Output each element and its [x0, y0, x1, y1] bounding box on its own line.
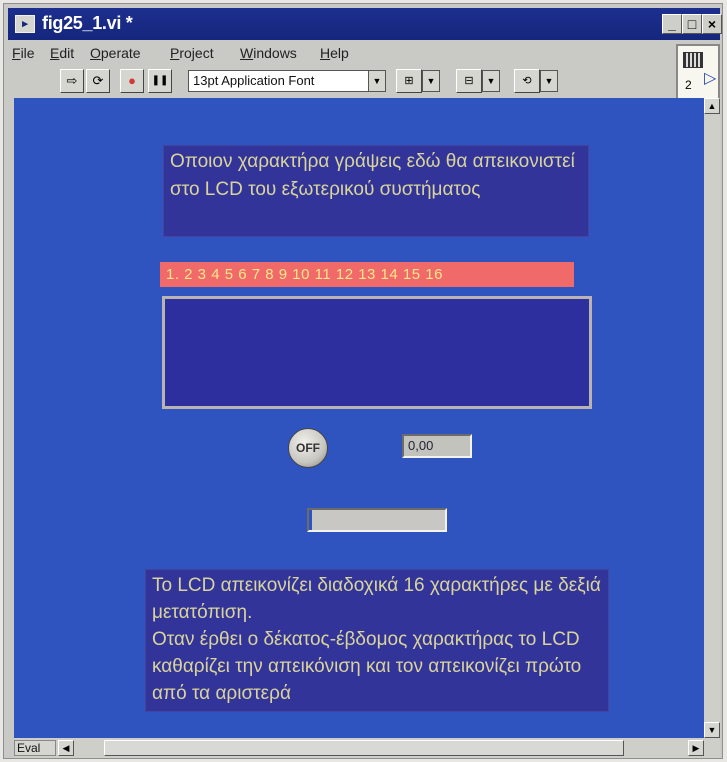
- pause-icon[interactable]: ❚❚: [148, 69, 172, 93]
- connector-number: 2: [685, 78, 692, 92]
- scroll-left-icon[interactable]: ◀: [58, 740, 74, 756]
- window-title: fig25_1.vi *: [42, 13, 133, 33]
- reorder-dropdown-arrow[interactable]: ▼: [540, 70, 558, 92]
- menu-project[interactable]: Project: [170, 45, 214, 61]
- vi-window-icon[interactable]: ▸: [15, 15, 35, 33]
- lcd-glyph-icon: [683, 52, 703, 68]
- scroll-right-icon[interactable]: ▶: [688, 740, 704, 756]
- font-selector[interactable]: 13pt Application Font: [188, 70, 382, 92]
- toolbar: ⇨ ⟳ ● ❚❚ 13pt Application Font ▼ ⊞ ▼ ⊟ ▼…: [8, 66, 668, 96]
- font-dropdown-arrow[interactable]: ▼: [368, 70, 386, 92]
- run-arrow-icon[interactable]: ⇨: [60, 69, 84, 93]
- vi-connector-pane-icon[interactable]: ▷ 2: [676, 44, 720, 100]
- menu-operate[interactable]: Operate: [90, 45, 141, 61]
- run-continuously-icon[interactable]: ⟳: [86, 69, 110, 93]
- scroll-thumb[interactable]: [104, 740, 624, 756]
- eval-mode-label: Eval: [14, 740, 56, 756]
- distribute-dropdown-arrow[interactable]: ▼: [482, 70, 500, 92]
- menu-file[interactable]: File: [12, 45, 35, 61]
- menu-edit[interactable]: Edit: [50, 45, 74, 61]
- front-panel: Οποιον χαρακτήρα γράψεις εδώ θα απεικονι…: [14, 98, 704, 738]
- maximize-button[interactable]: □: [682, 14, 702, 34]
- lcd-string-control[interactable]: [162, 296, 592, 409]
- close-button[interactable]: ×: [702, 14, 722, 34]
- menu-bar: File Edit Operate Project Windows Help: [8, 42, 668, 64]
- reorder-icon[interactable]: ⟲: [514, 69, 540, 93]
- horizontal-scrollbar[interactable]: Eval ◀ ▶: [14, 738, 720, 758]
- scroll-down-icon[interactable]: ▼: [704, 722, 720, 738]
- description-label: Το LCD απεικονίζει διαδοχικά 16 χαρακτήρ…: [145, 569, 609, 712]
- scroll-up-icon[interactable]: ▲: [704, 98, 720, 114]
- align-dropdown-arrow[interactable]: ▼: [422, 70, 440, 92]
- align-objects-icon[interactable]: ⊞: [396, 69, 422, 93]
- title-bar[interactable]: ▸ fig25_1.vi * _ □ ×: [8, 8, 722, 40]
- menu-windows[interactable]: Windows: [240, 45, 297, 61]
- distribute-objects-icon[interactable]: ⊟: [456, 69, 482, 93]
- output-arrow-icon: ▷: [704, 70, 717, 87]
- instruction-label: Οποιον χαρακτήρα γράψεις εδώ θα απεικονι…: [163, 145, 589, 237]
- progress-indicator: [307, 508, 447, 532]
- numeric-indicator[interactable]: 0,00: [402, 434, 472, 458]
- off-button[interactable]: OFF: [288, 428, 328, 468]
- progress-fill: [309, 510, 312, 530]
- lcd-position-numbers: 1. 2 3 4 5 6 7 8 9 10 11 12 13 14 15 16: [160, 262, 574, 287]
- vertical-scrollbar[interactable]: ▲ ▼: [704, 98, 720, 738]
- minimize-button[interactable]: _: [662, 14, 682, 34]
- menu-help[interactable]: Help: [320, 45, 349, 61]
- abort-icon[interactable]: ●: [120, 69, 144, 93]
